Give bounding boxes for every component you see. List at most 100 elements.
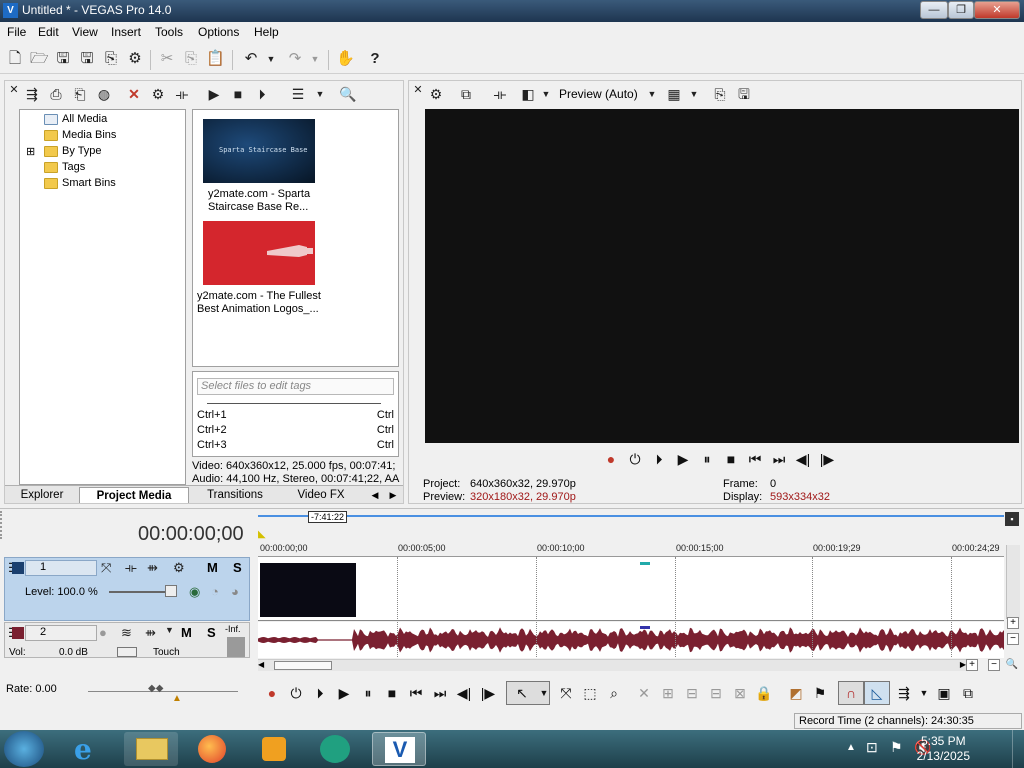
- video-track-header[interactable]: ☰ 1 ⤧ ⟛ ⇻ ⚙ M S Level: 100.0 % ◉ ◔ ◕: [4, 557, 250, 621]
- zoom-out-vertical-button[interactable]: −: [1007, 633, 1019, 645]
- media-thumbnail-1[interactable]: Sparta Staircase Base: [203, 119, 315, 183]
- insert-marker-icon[interactable]: ◩: [786, 683, 806, 703]
- expand-icon[interactable]: ⊞: [26, 145, 35, 158]
- solo-button[interactable]: S: [207, 625, 216, 640]
- import-media-icon[interactable]: ⇶: [23, 85, 41, 103]
- lock-envelopes-icon[interactable]: ▣: [934, 683, 954, 703]
- views-icon[interactable]: ☰: [289, 85, 307, 103]
- preview-properties-icon[interactable]: ⚙: [427, 85, 445, 103]
- menu-edit[interactable]: Edit: [38, 25, 59, 39]
- previous-frame-icon[interactable]: ◀|: [454, 683, 474, 703]
- play-icon[interactable]: ▶: [673, 449, 693, 469]
- media-player-icon[interactable]: [248, 732, 302, 766]
- maximize-button[interactable]: ❐: [948, 1, 974, 19]
- save-icon[interactable]: 🖫: [54, 50, 72, 68]
- network-icon[interactable]: ⊡: [866, 739, 878, 756]
- compositing-mode-icon[interactable]: ◉: [189, 584, 200, 600]
- get-media-icon[interactable]: ⎗: [71, 85, 89, 103]
- preview-quality-dropdown-icon[interactable]: ▼: [643, 85, 661, 103]
- invert-phase-icon[interactable]: ≋: [121, 625, 132, 641]
- stop-icon[interactable]: ■: [721, 449, 741, 469]
- zoom-edit-tool-icon[interactable]: ⌕: [604, 683, 624, 703]
- insert-region-icon[interactable]: ⚑: [810, 683, 830, 703]
- video-event[interactable]: [260, 563, 356, 617]
- zoom-in-horizontal-button[interactable]: +: [966, 659, 978, 671]
- search-icon[interactable]: 🔍: [339, 85, 357, 103]
- panel-close-icon[interactable]: ✕: [409, 81, 427, 99]
- horizontal-scrollbar[interactable]: ◀ ▶: [258, 659, 966, 671]
- automation-mode[interactable]: Touch: [153, 647, 180, 658]
- volume-slider-thumb[interactable]: [117, 647, 137, 657]
- external-monitor-icon[interactable]: ⧉: [457, 85, 475, 103]
- mute-button[interactable]: M: [181, 625, 192, 640]
- panel-close-icon[interactable]: ✕: [5, 81, 23, 99]
- next-frame-icon[interactable]: |▶: [817, 449, 837, 469]
- web-media-icon[interactable]: ◍: [95, 85, 113, 103]
- auto-preview-icon[interactable]: ⏵: [253, 85, 271, 103]
- bypass-motion-blur-icon[interactable]: ⤧: [101, 560, 111, 576]
- time-ruler[interactable]: 00:00:00;00 00:00:05;00 00:00:10;00 00:0…: [258, 539, 1004, 557]
- track-fx-icon[interactable]: ⇻: [147, 560, 158, 576]
- tag-input[interactable]: Select files to edit tags: [197, 378, 394, 395]
- redo-icon[interactable]: ↷: [286, 50, 304, 68]
- app-icon[interactable]: [310, 732, 364, 766]
- zoom-tool-icon[interactable]: 🔍: [1005, 659, 1019, 671]
- record-icon[interactable]: ●: [601, 449, 621, 469]
- tree-item-all-media[interactable]: All Media: [62, 113, 107, 125]
- audio-track-header[interactable]: ☰ 2 ● ≋ ⇻ ▼ M S -Inf. Vol: 0.0 dB Touch: [4, 622, 250, 658]
- paste-icon[interactable]: 📋: [206, 50, 225, 68]
- play-media-icon[interactable]: ▶: [205, 85, 223, 103]
- marker-icon[interactable]: ▪: [1005, 512, 1019, 526]
- next-frame-icon[interactable]: |▶: [478, 683, 498, 703]
- redo-dropdown-icon[interactable]: ▼: [306, 50, 324, 68]
- selection-tool-icon[interactable]: ⬚: [580, 683, 600, 703]
- track-fx-dropdown-icon[interactable]: ▼: [165, 625, 174, 635]
- horizontal-scroll-thumb[interactable]: [274, 661, 332, 670]
- file-explorer-icon[interactable]: [124, 732, 178, 766]
- menu-view[interactable]: View: [72, 25, 98, 39]
- track-motion-icon[interactable]: ⟛: [125, 560, 137, 576]
- undo-icon[interactable]: ↶: [242, 50, 260, 68]
- menu-insert[interactable]: Insert: [111, 25, 141, 39]
- ignore-grouping-icon[interactable]: ⧉: [958, 683, 978, 703]
- edit-tool-icon[interactable]: ✋: [336, 50, 355, 68]
- split-icon[interactable]: ⊠: [730, 683, 750, 703]
- parent-composite-icon[interactable]: ◔: [211, 584, 219, 599]
- undo-dropdown-icon[interactable]: ▼: [262, 50, 280, 68]
- tree-item-tags[interactable]: Tags: [62, 161, 85, 173]
- play-from-start-icon[interactable]: ⏵: [310, 683, 330, 703]
- open-icon[interactable]: 🗁: [30, 50, 49, 68]
- event-marker-icon[interactable]: ▬: [640, 621, 650, 632]
- copy-snapshot-icon[interactable]: ⎘: [711, 85, 729, 103]
- loop-playback-icon[interactable]: ⏻: [286, 683, 306, 703]
- loop-playback-icon[interactable]: ⏻: [625, 449, 645, 469]
- tab-transitions[interactable]: Transitions: [193, 487, 277, 503]
- preview-quality-select[interactable]: Preview (Auto): [559, 87, 638, 101]
- tab-scroll-right-icon[interactable]: ▶: [385, 487, 401, 503]
- overlays-icon[interactable]: ▦: [665, 85, 683, 103]
- help-icon[interactable]: ?: [366, 50, 384, 68]
- tab-video-fx[interactable]: Video FX: [281, 487, 361, 503]
- tab-scroll-left-icon[interactable]: ◀: [367, 487, 383, 503]
- render-icon[interactable]: ⎘: [102, 50, 120, 68]
- audio-track-lane[interactable]: [258, 622, 1004, 658]
- track-fx-icon[interactable]: ⇻: [145, 625, 156, 641]
- mute-button[interactable]: M: [207, 560, 218, 575]
- media-fx-icon[interactable]: ⟛: [173, 85, 191, 103]
- previous-frame-icon[interactable]: ◀|: [793, 449, 813, 469]
- trim-icon[interactable]: ⊞: [658, 683, 678, 703]
- taskbar-clock[interactable]: 5:35 PM 2/13/2025: [917, 734, 970, 764]
- tree-item-smart-bins[interactable]: Smart Bins: [62, 177, 116, 189]
- firefox-icon[interactable]: [186, 732, 240, 766]
- zoom-out-horizontal-button[interactable]: −: [988, 659, 1000, 671]
- internet-explorer-icon[interactable]: e: [62, 732, 116, 766]
- minimize-button[interactable]: —: [920, 1, 948, 19]
- trim-end-icon[interactable]: ⊟: [706, 683, 726, 703]
- arm-record-icon[interactable]: ●: [99, 625, 107, 640]
- show-hidden-icons-icon[interactable]: ▲: [846, 742, 856, 753]
- split-screen-icon[interactable]: ◧: [519, 85, 537, 103]
- vegas-taskbar-icon[interactable]: V: [372, 732, 426, 766]
- start-button[interactable]: [4, 731, 44, 767]
- zoom-in-vertical-button[interactable]: +: [1007, 617, 1019, 629]
- go-to-start-icon[interactable]: ⏮: [406, 683, 426, 703]
